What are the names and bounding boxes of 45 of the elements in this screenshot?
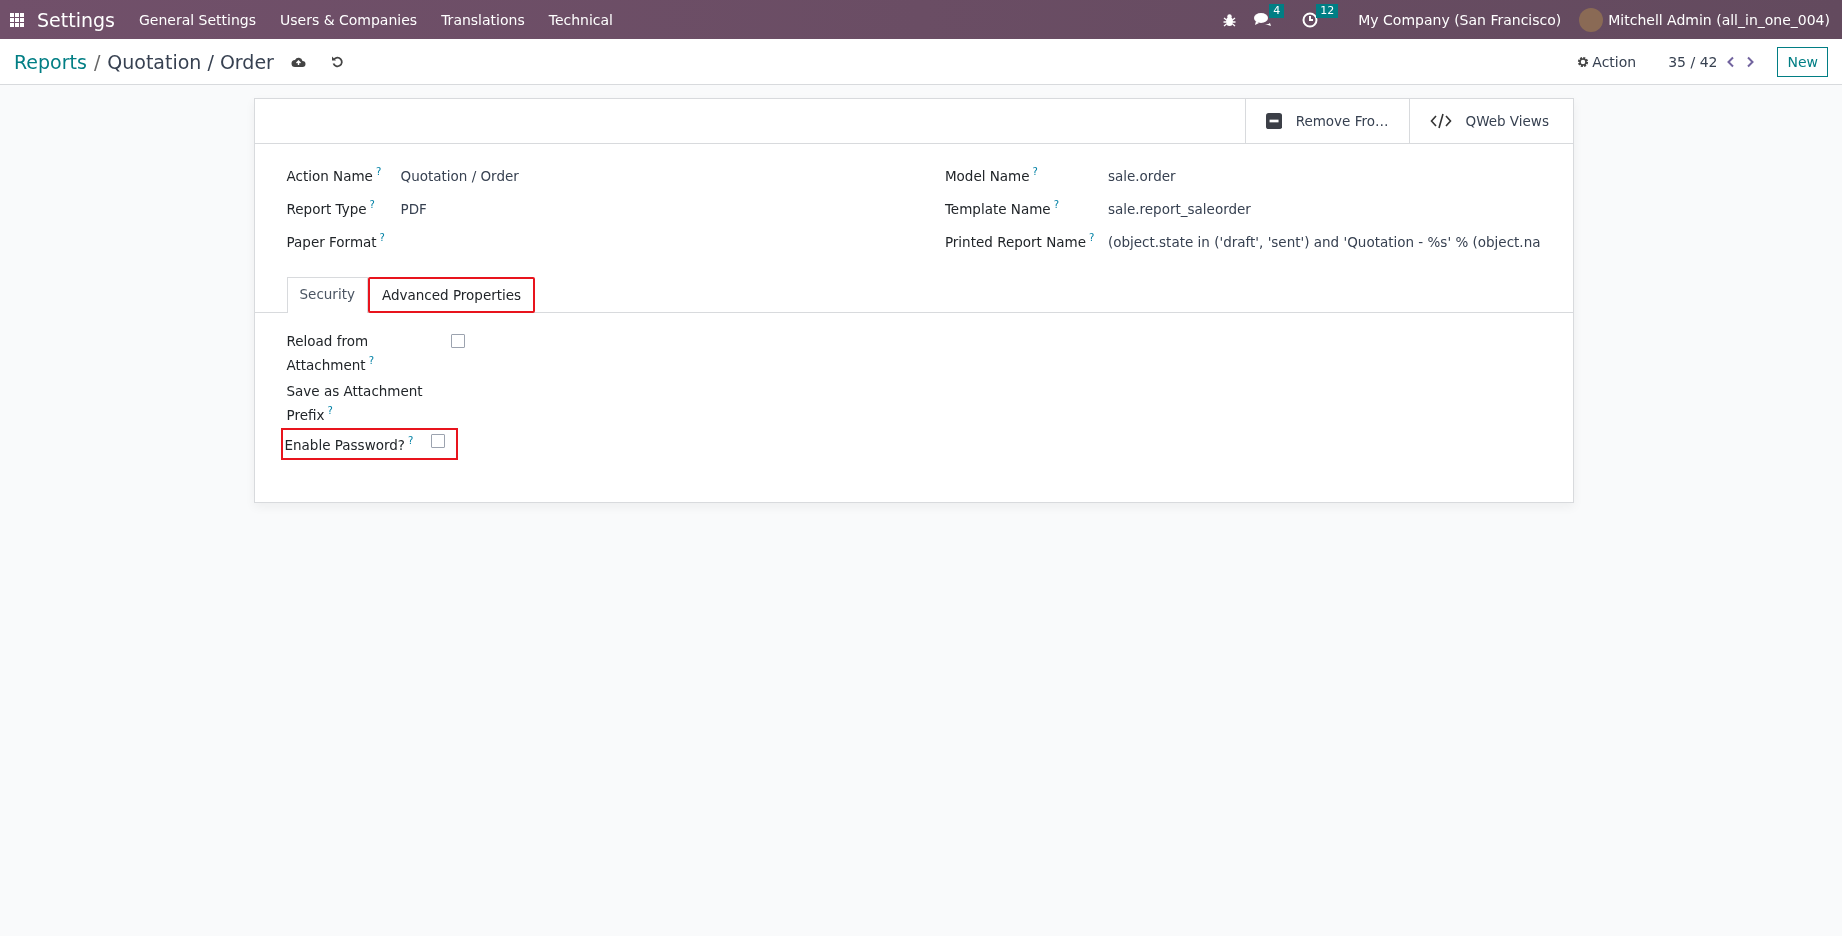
pager-value[interactable]: 35 / 42	[1668, 53, 1718, 70]
menu-item[interactable]: General Settings	[138, 11, 256, 28]
menu-item[interactable]: Technical	[548, 11, 613, 28]
checkbox[interactable]	[431, 434, 446, 448]
field-value[interactable]: Quotation / Order	[400, 167, 519, 184]
code-icon	[1429, 113, 1452, 129]
field-label: Printed Report Name $^{?}$	[944, 232, 1096, 250]
field-value[interactable]: PDF	[400, 200, 427, 217]
apps-menu-icon[interactable]	[10, 12, 24, 27]
field-value[interactable]: sale.report_saleorder	[1107, 200, 1251, 217]
gear-icon	[1577, 55, 1590, 68]
field-label: Model Name $^{?}$	[944, 166, 1039, 184]
breadcrumb-current: Quotation / Order	[107, 50, 274, 73]
checkbox[interactable]	[450, 334, 465, 348]
undo-icon[interactable]	[330, 55, 344, 68]
tab[interactable]: Security	[286, 277, 368, 313]
company-switcher[interactable]: My Company (San Francisco)	[1358, 11, 1562, 28]
field-label: Enable Password? $^{?}$	[284, 434, 414, 455]
field-label: Reload from Attachment $^{?}$	[286, 332, 375, 375]
user-menu[interactable]: Mitchell Admin (all_in_one_004)	[1608, 11, 1830, 28]
tab[interactable]: Advanced Properties	[367, 277, 536, 313]
clock-icon[interactable]	[1302, 11, 1319, 28]
field-label: Save as Attachment Prefix $^{?}$	[286, 381, 424, 424]
bug-icon[interactable]	[1223, 12, 1237, 27]
field-label: Action Name $^{?}$	[286, 166, 383, 184]
field-value[interactable]: (object.state in ('draft', 'sent') and 'Quotation - %s' % (object.na	[1107, 233, 1541, 250]
menu-item[interactable]: Users & Companies	[280, 11, 418, 28]
app-title[interactable]: Settings	[37, 8, 115, 31]
chat-icon[interactable]	[1254, 12, 1272, 27]
breadcrumb-separator: /	[93, 50, 101, 73]
menu-item[interactable]: Translations	[441, 11, 525, 28]
field-value[interactable]: sale.order	[1107, 167, 1176, 184]
smart-button[interactable]: QWeb Views	[1408, 99, 1573, 143]
cloud-upload-icon[interactable]	[290, 55, 306, 68]
action-menu[interactable]: Action	[1577, 53, 1637, 70]
message-count-badge: 4	[1269, 4, 1285, 18]
field-label: Paper Format $^{?}$	[286, 232, 386, 250]
field-label: Template Name $^{?}$	[944, 199, 1060, 217]
smart-button[interactable]: Remove Fro…	[1244, 99, 1409, 143]
new-button[interactable]: New	[1777, 46, 1828, 77]
next-icon[interactable]	[1745, 55, 1756, 68]
activity-count-badge: 12	[1316, 3, 1339, 18]
breadcrumb-link[interactable]: Reports	[14, 50, 87, 73]
field-label: Report Type $^{?}$	[286, 199, 376, 217]
minus-square-icon	[1265, 112, 1282, 130]
